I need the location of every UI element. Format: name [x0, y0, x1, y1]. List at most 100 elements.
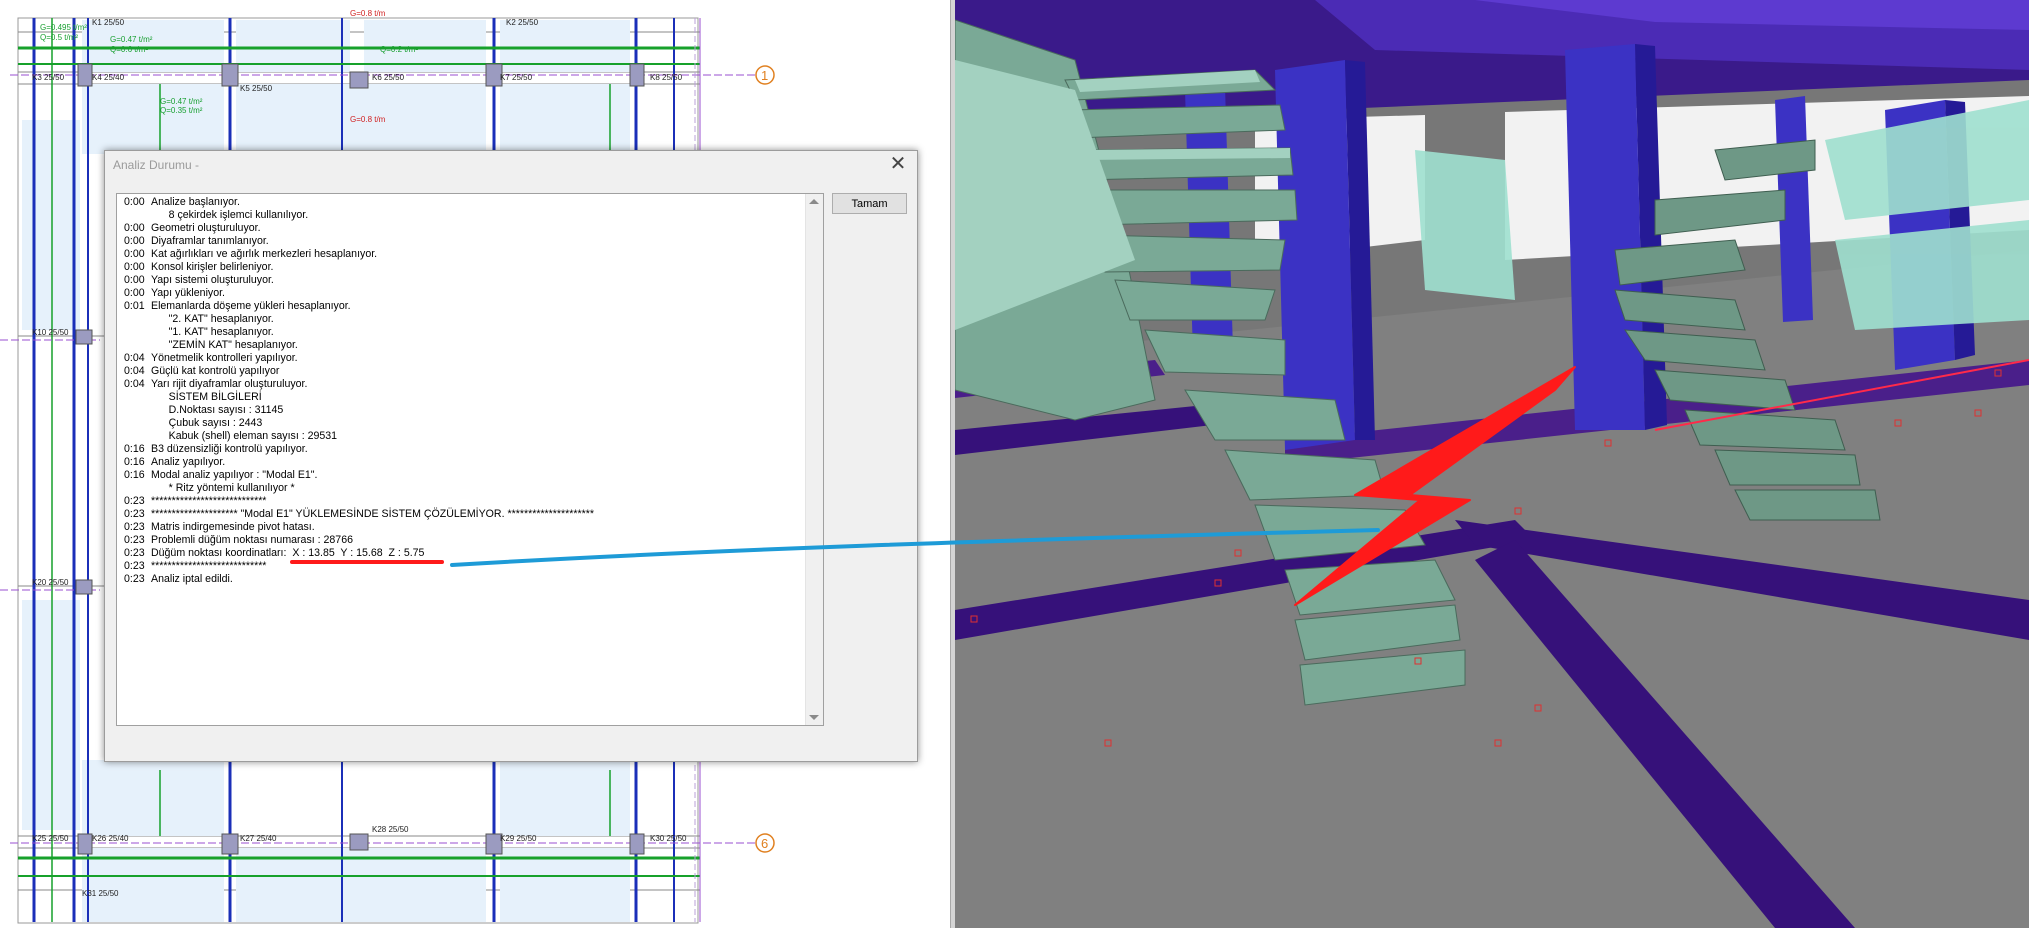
- close-icon[interactable]: ✕: [885, 153, 911, 177]
- log-time: 0:00: [124, 287, 145, 299]
- grid-label: 1: [761, 68, 768, 83]
- log-text: Konsol kirişler belirleniyor.: [151, 261, 274, 273]
- log-text: Geometri oluşturuluyor.: [151, 222, 261, 234]
- log-text: "1. KAT" hesaplanıyor.: [151, 326, 274, 338]
- log-line: 0:23 Matris indirgemesinde pivot hatası.: [117, 521, 803, 534]
- log-line: 0:23 ****************************: [117, 560, 803, 573]
- log-line: 0:01 Elemanlarda döşeme yükleri hesaplanı…: [117, 300, 803, 313]
- log-text: Kabuk (shell) eleman sayısı : 29531: [151, 430, 338, 442]
- load-label: G=0.8 t/m: [350, 115, 386, 124]
- beam-label: K5 25/50: [240, 84, 273, 93]
- log-time: 0:00: [124, 196, 145, 208]
- log-line: 0:16 Analiz yapılıyor.: [117, 456, 803, 469]
- log-line: D.Noktası sayısı : 31145: [117, 404, 803, 417]
- dialog-title: Analiz Durumu -: [113, 158, 200, 172]
- analysis-status-dialog: Analiz Durumu - ✕ 0:00 Analize başlanıyor…: [104, 150, 918, 762]
- log-text: Yarı rijit diyaframlar oluşturuluyor.: [151, 378, 308, 390]
- analysis-log-box[interactable]: 0:00 Analize başlanıyor. 8 çekirdek işlem…: [116, 193, 824, 726]
- log-text: Modal analiz yapılıyor : "Modal E1".: [151, 469, 318, 481]
- grid-label: 6: [761, 836, 768, 851]
- log-line: "1. KAT" hesaplanıyor.: [117, 326, 803, 339]
- log-line: 0:00 Geometri oluşturuluyor.: [117, 222, 803, 235]
- scroll-up-icon[interactable]: [809, 199, 819, 204]
- log-text: Problemli düğüm noktası numarası : 28766: [151, 534, 353, 546]
- log-line: 0:23 ********************* "Modal E1" YÜK…: [117, 508, 803, 521]
- log-line: 0:16 B3 düzensizliği kontrolü yapılıyor.: [117, 443, 803, 456]
- beam-label: K26 25/40: [92, 834, 129, 843]
- beam-label: K7 25/50: [500, 73, 533, 82]
- log-text: Yapı yükleniyor.: [151, 287, 226, 299]
- log-text: Güçlü kat kontrolü yapılıyor: [151, 365, 280, 377]
- log-scrollbar[interactable]: [805, 194, 823, 725]
- log-time: 0:23: [124, 547, 145, 559]
- log-time: 0:04: [124, 365, 145, 377]
- log-text: B3 düzensizliği kontrolü yapılıyor.: [151, 443, 308, 455]
- log-text: ****************************: [151, 560, 267, 572]
- ok-button[interactable]: Tamam: [832, 193, 907, 214]
- log-time: 0:23: [124, 534, 145, 546]
- beam-label: K29 25/50: [500, 834, 537, 843]
- beam-label: K31 25/50: [82, 889, 119, 898]
- beam-label: K30 25/50: [650, 834, 687, 843]
- log-line: 0:16 Modal analiz yapılıyor : "Modal E1".: [117, 469, 803, 482]
- log-time: 0:01: [124, 300, 145, 312]
- load-label: Q=0.2 t/m²: [380, 45, 418, 54]
- scroll-down-icon[interactable]: [809, 715, 819, 720]
- log-time: 0:00: [124, 261, 145, 273]
- log-text: Düğüm noktası koordinatları: X : 13.85 Y…: [151, 547, 425, 559]
- log-line: * Ritz yöntemi kullanılıyor *: [117, 482, 803, 495]
- beam-label: K25 25/50: [32, 834, 69, 843]
- log-time: 0:04: [124, 378, 145, 390]
- log-time: 0:00: [124, 235, 145, 247]
- 3d-model-drawing: [955, 0, 2029, 928]
- log-line: 0:00 Konsol kirişler belirleniyor.: [117, 261, 803, 274]
- log-text: Analize başlanıyor.: [151, 196, 240, 208]
- load-label: G=0.47 t/m²: [160, 97, 203, 106]
- beam-label: K3 25/50: [32, 73, 65, 82]
- load-label: G=0.47 t/m²: [110, 35, 153, 44]
- log-line: 0:23 Problemli düğüm noktası numarası : 2…: [117, 534, 803, 547]
- beam-label: K27 25/40: [240, 834, 277, 843]
- beam-label: K2 25/50: [506, 18, 539, 27]
- log-text: Kat ağırlıkları ve ağırlık merkezleri he…: [151, 248, 378, 260]
- log-time: 0:23: [124, 521, 145, 533]
- analysis-log: 0:00 Analize başlanıyor. 8 çekirdek işlem…: [117, 194, 803, 727]
- log-line: 0:04 Yarı rijit diyaframlar oluşturuluyor…: [117, 378, 803, 391]
- log-line: 0:23 Analiz iptal edildi.: [117, 573, 803, 586]
- log-line: 0:00 Kat ağırlıkları ve ağırlık merkezler…: [117, 248, 803, 261]
- log-text: "ZEMİN KAT" hesaplanıyor.: [151, 339, 298, 351]
- log-text: Elemanlarda döşeme yükleri hesaplanıyor.: [151, 300, 351, 312]
- log-text: D.Noktası sayısı : 31145: [151, 404, 284, 416]
- beam-label: K8 25/50: [650, 73, 683, 82]
- log-line: SİSTEM BİLGİLERİ: [117, 391, 803, 404]
- beam-label: K20 25/50: [32, 578, 69, 587]
- log-text: ********************* "Modal E1" YÜKLEME…: [151, 508, 595, 520]
- log-line: Çubuk sayısı : 2443: [117, 417, 803, 430]
- log-time: 0:16: [124, 443, 145, 455]
- log-line: 0:00 Diyaframlar tanımlanıyor.: [117, 235, 803, 248]
- log-time: 0:23: [124, 508, 145, 520]
- log-line: 0:00 Analize başlanıyor.: [117, 196, 803, 209]
- log-line: 0:04 Yönetmelik kontrolleri yapılıyor.: [117, 352, 803, 365]
- log-text: ****************************: [151, 495, 267, 507]
- log-text: Diyaframlar tanımlanıyor.: [151, 235, 269, 247]
- 3d-model-view[interactable]: [955, 0, 2029, 928]
- log-text: Analiz yapılıyor.: [151, 456, 226, 468]
- beam-label: K28 25/50: [372, 825, 409, 834]
- log-line: 0:23 Düğüm noktası koordinatları: X : 13.…: [117, 547, 803, 560]
- log-text: "2. KAT" hesaplanıyor.: [151, 313, 274, 325]
- log-line: 0:00 Yapı sistemi oluşturuluyor.: [117, 274, 803, 287]
- log-line: 0:04 Güçlü kat kontrolü yapılıyor: [117, 365, 803, 378]
- log-text: SİSTEM BİLGİLERİ: [151, 391, 262, 403]
- log-line: Kabuk (shell) eleman sayısı : 29531: [117, 430, 803, 443]
- beam-label: K6 25/50: [372, 73, 405, 82]
- log-text: Matris indirgemesinde pivot hatası.: [151, 521, 315, 533]
- log-time: 0:16: [124, 469, 145, 481]
- log-text: Analiz iptal edildi.: [151, 573, 233, 585]
- log-text: Yapı sistemi oluşturuluyor.: [151, 274, 274, 286]
- beam-label: K4 25/40: [92, 73, 125, 82]
- log-line: 8 çekirdek işlemci kullanılıyor.: [117, 209, 803, 222]
- log-time: 0:23: [124, 560, 145, 572]
- log-time: 0:00: [124, 222, 145, 234]
- log-text: * Ritz yöntemi kullanılıyor *: [151, 482, 295, 494]
